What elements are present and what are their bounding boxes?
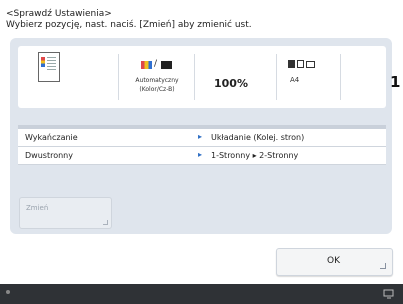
change-button[interactable]: Zmień [19, 197, 112, 229]
paper-size: A4 [290, 76, 300, 84]
document-preview-icon [26, 50, 70, 102]
settings-list: Wykańczanie ▸ Układanie (Kolej. stron) D… [18, 125, 386, 165]
row-value: 1-Stronny ▸ 2-Stronny [211, 151, 299, 160]
zoom-ratio: 100% [214, 77, 248, 90]
status-indicator-icon [6, 290, 10, 294]
row-label: Wykańczanie [25, 133, 78, 142]
arrow-right-icon: ▸ [198, 132, 203, 141]
settings-summary-card: / Automatyczny (Kolor/Cz-B) 100% A4 1 [18, 46, 400, 108]
color-bw-icon: / [137, 59, 177, 71]
monitor-icon[interactable] [383, 289, 395, 299]
corner-mark-icon [103, 220, 108, 225]
ok-button[interactable]: OK [276, 248, 393, 276]
status-bar [0, 284, 403, 304]
ok-button-label: OK [327, 256, 340, 266]
row-value: Układanie (Kolej. stron) [211, 133, 305, 142]
page-title: <Sprawdź Ustawienia> [6, 9, 112, 19]
color-mode-indicator: / Automatyczny (Kolor/Cz-B) [130, 56, 184, 93]
arrow-right-icon: ▸ [198, 150, 203, 159]
paper-drawer-icon [288, 60, 328, 70]
row-label: Dwustronny [25, 151, 73, 160]
settings-row-finishing[interactable]: Wykańczanie ▸ Układanie (Kolej. stron) [18, 129, 386, 147]
change-button-label: Zmień [26, 204, 49, 212]
color-mode-line2: (Kolor/Cz-B) [139, 86, 175, 93]
instruction-text: Wybierz pozycję, nast. naciś. [Zmień] ab… [6, 20, 252, 30]
corner-mark-icon [380, 263, 386, 269]
color-mode-line1: Automatyczny [135, 77, 179, 84]
settings-row-duplex[interactable]: Dwustronny ▸ 1-Stronny ▸ 2-Stronny [18, 147, 386, 165]
copies-count: 1 [390, 73, 401, 91]
